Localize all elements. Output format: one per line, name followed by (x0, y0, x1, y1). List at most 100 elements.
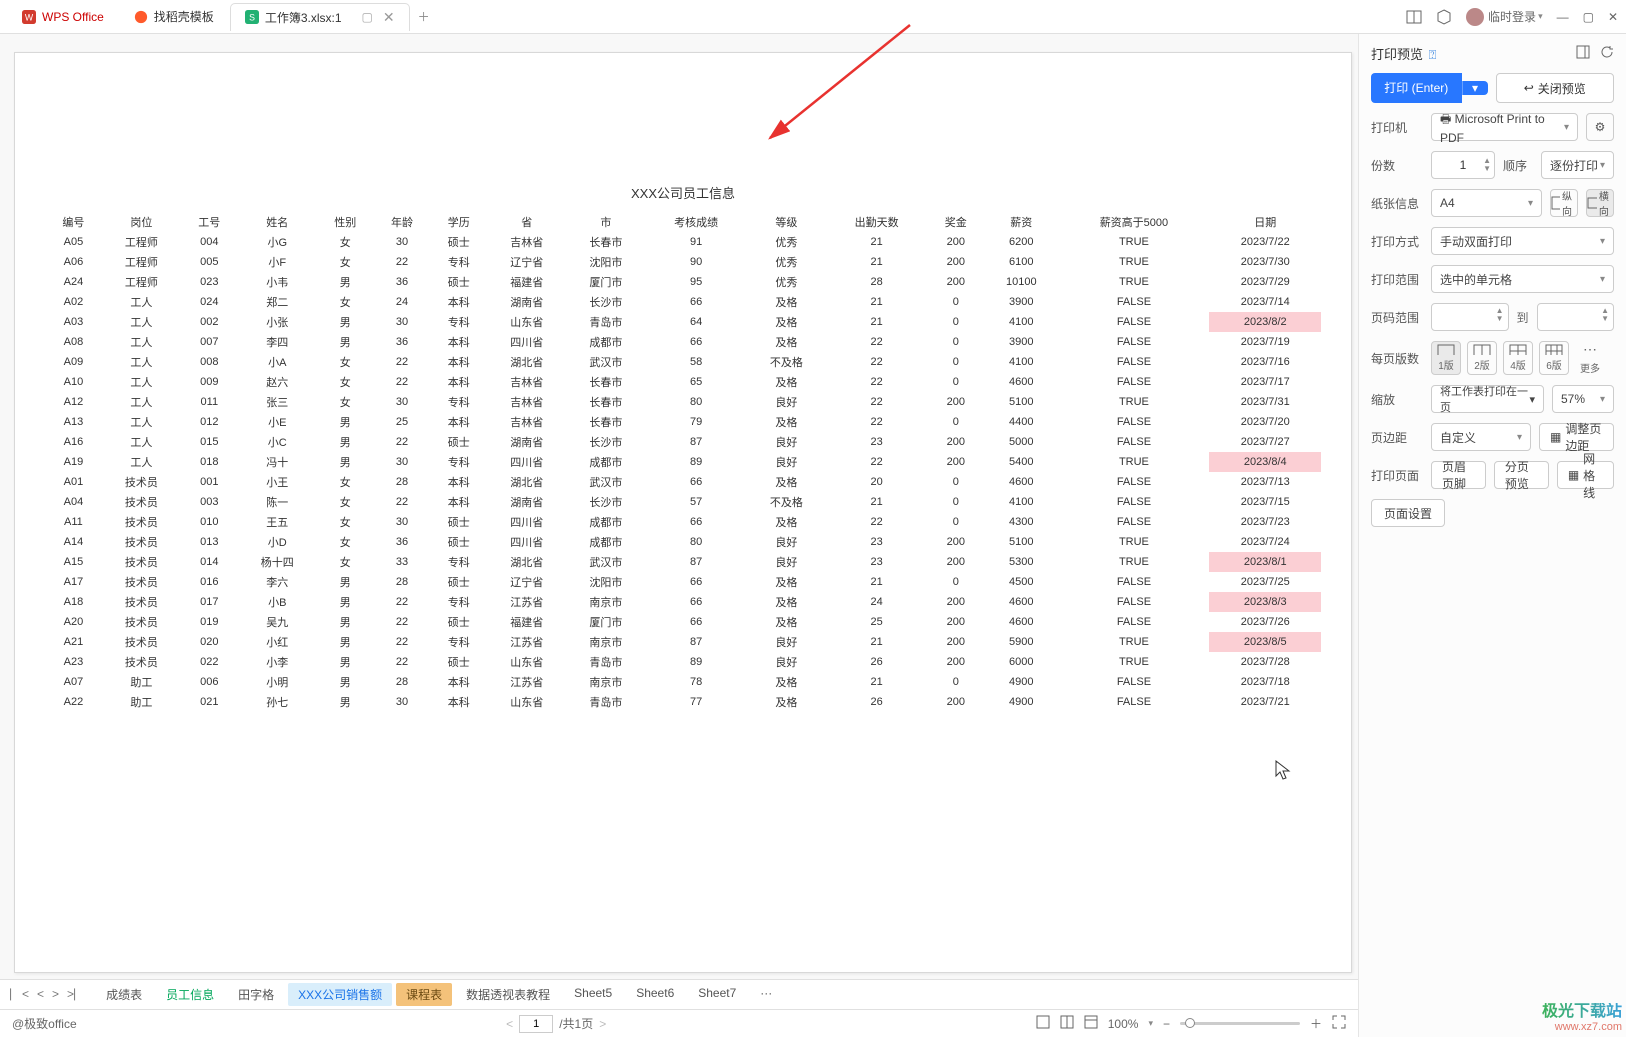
sheet-tab[interactable]: 成绩表 (96, 983, 152, 1006)
sheet-tab[interactable]: Sheet6 (626, 983, 684, 1006)
sheet-tab[interactable]: 田字格 (228, 983, 284, 1006)
duplex-select[interactable]: 手动双面打印▾ (1431, 227, 1614, 255)
fullscreen-icon[interactable] (1332, 1015, 1346, 1032)
panel-toggle-icon[interactable] (1406, 9, 1422, 25)
tab-template[interactable]: 找稻壳模板 (120, 3, 228, 31)
order-select[interactable]: 逐份打印▾ (1541, 151, 1614, 179)
table-cell: 硕士 (430, 612, 487, 632)
window-close-icon[interactable]: ✕ (1608, 10, 1618, 24)
sheet-tab[interactable]: 员工信息 (156, 983, 224, 1006)
sheet-nav-first-icon[interactable]: ⎸< (10, 987, 29, 1002)
cube-icon[interactable] (1436, 9, 1452, 25)
grid-icon: ▦ (1568, 468, 1579, 482)
layout-1up[interactable]: 1版 (1431, 341, 1461, 375)
table-cell: 本科 (430, 472, 487, 492)
tab-close-icon[interactable]: ✕ (383, 9, 395, 26)
table-cell: 男 (317, 452, 374, 472)
panel-layout-icon[interactable] (1576, 45, 1590, 62)
margin-select[interactable]: 自定义▾ (1431, 423, 1531, 451)
titlebar: W WPS Office 找稻壳模板 S 工作簿3.xlsx:1 ▢ ✕ ＋ 临… (0, 0, 1626, 34)
table-cell: 2023/7/14 (1209, 292, 1321, 312)
gridlines-button[interactable]: ▦网格线 (1557, 461, 1614, 489)
table-cell: 28 (374, 572, 431, 592)
table-cell: 吉林省 (487, 412, 566, 432)
sheet-nav-prev-icon[interactable]: < (37, 987, 44, 1002)
print-dropdown-icon[interactable]: ▾ (1462, 81, 1488, 95)
tab-overflow-icon[interactable]: ▢ (362, 10, 373, 24)
table-cell: 武汉市 (566, 352, 645, 372)
user-login[interactable]: 临时登录▾ (1466, 8, 1543, 26)
table-cell: TRUE (1058, 532, 1209, 552)
page-range-label: 页码范围 (1371, 309, 1423, 326)
table-cell: FALSE (1058, 352, 1209, 372)
printer-settings-button[interactable]: ⚙ (1586, 113, 1614, 141)
window-minimize-icon[interactable]: — (1557, 10, 1569, 24)
table-cell: 21 (826, 252, 927, 272)
sheet-nav-next-icon[interactable]: > (52, 987, 59, 1002)
landscape-button[interactable]: 横向 (1586, 189, 1614, 217)
page-break-preview-button[interactable]: 分页预览 (1494, 461, 1549, 489)
table-cell: 4100 (984, 352, 1058, 372)
close-preview-button[interactable]: ↩ 关闭预览 (1496, 73, 1615, 103)
tab-home[interactable]: W WPS Office (8, 3, 118, 31)
layout-2up[interactable]: 2版 (1467, 341, 1497, 375)
table-cell: 工程师 (102, 272, 181, 292)
range-select[interactable]: 选中的单元格▾ (1431, 265, 1614, 293)
page-prev-icon[interactable]: < (506, 1017, 513, 1031)
table-cell: 及格 (747, 372, 826, 392)
page-number-input[interactable] (519, 1015, 553, 1033)
copies-input[interactable]: 1▲▼ (1431, 151, 1495, 179)
table-cell: A06 (45, 252, 102, 272)
zoom-slider[interactable] (1180, 1022, 1300, 1025)
adjust-margin-button[interactable]: ▦调整页边距 (1539, 423, 1614, 451)
paper-select[interactable]: A4▾ (1431, 189, 1542, 217)
page-to-input[interactable]: ▲▼ (1537, 303, 1615, 331)
zoom-in-icon[interactable]: ＋ (1310, 1015, 1322, 1032)
table-cell: 024 (181, 292, 238, 312)
page-from-input[interactable]: ▲▼ (1431, 303, 1509, 331)
table-cell: 本科 (430, 292, 487, 312)
tab-active-document[interactable]: S 工作簿3.xlsx:1 ▢ ✕ (230, 3, 410, 31)
scale-pct-select[interactable]: 57%▾ (1552, 385, 1614, 413)
table-cell: 武汉市 (566, 552, 645, 572)
help-icon[interactable]: ⍰ (1425, 47, 1436, 62)
table-cell: 及格 (747, 612, 826, 632)
sheet-tab[interactable]: XXX公司销售额 (288, 983, 392, 1006)
print-button[interactable]: 打印 (Enter) ▾ (1371, 73, 1488, 103)
table-cell: 2023/7/25 (1209, 572, 1321, 592)
sheet-tab[interactable]: Sheet5 (564, 983, 622, 1006)
layout-4up[interactable]: 4版 (1503, 341, 1533, 375)
sheet-tab[interactable]: 数据透视表教程 (456, 983, 560, 1006)
printer-select[interactable]: 🖶 Microsoft Print to PDF▾ (1431, 113, 1578, 141)
window-maximize-icon[interactable]: ▢ (1583, 10, 1594, 24)
table-cell: 江苏省 (487, 672, 566, 692)
layout-more[interactable]: ⋯更多 (1575, 341, 1605, 375)
table-cell: 2023/7/18 (1209, 672, 1321, 692)
view-normal-icon[interactable] (1036, 1015, 1050, 1032)
table-cell: 2023/7/28 (1209, 652, 1321, 672)
table-cell: 工人 (102, 392, 181, 412)
page-total: /共1页 (559, 1015, 593, 1032)
layout-6up[interactable]: 6版 (1539, 341, 1569, 375)
portrait-button[interactable]: 纵向 (1550, 189, 1578, 217)
panel-refresh-icon[interactable] (1600, 45, 1614, 62)
sheet-nav-last-icon[interactable]: >⎸ (67, 987, 86, 1002)
sheet-tab[interactable]: ··· (750, 983, 782, 1006)
table-row: A21技术员020小红男22专科江苏省南京市87良好212005900TRUE2… (45, 632, 1321, 652)
page-next-icon[interactable]: > (599, 1017, 606, 1031)
header-footer-button[interactable]: 页眉页脚 (1431, 461, 1486, 489)
table-cell: 及格 (747, 292, 826, 312)
sheet-tab[interactable]: Sheet7 (688, 983, 746, 1006)
zoom-value[interactable]: 100% (1108, 1017, 1139, 1031)
scale-select[interactable]: 将工作表打印在一页▾ (1431, 385, 1544, 413)
avatar-icon (1466, 8, 1484, 26)
table-cell: 四川省 (487, 452, 566, 472)
zoom-out-icon[interactable]: − (1163, 1017, 1170, 1031)
view-pagebreak-icon[interactable] (1060, 1015, 1074, 1032)
sheet-tab[interactable]: 课程表 (396, 983, 452, 1006)
add-tab-button[interactable]: ＋ (412, 5, 436, 29)
view-layout-icon[interactable] (1084, 1015, 1098, 1032)
page-setup-button[interactable]: 页面设置 (1371, 499, 1445, 527)
table-cell: 3900 (984, 292, 1058, 312)
table-cell: A02 (45, 292, 102, 312)
